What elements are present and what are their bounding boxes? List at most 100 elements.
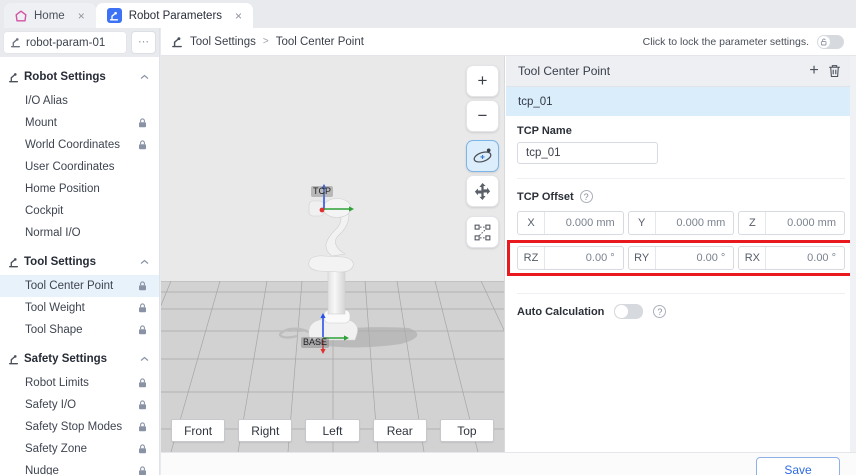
chevron-up-icon bbox=[140, 74, 149, 80]
breadcrumb: Tool Settings > Tool Center Point bbox=[171, 36, 364, 48]
field-value: 0.000 mm bbox=[656, 212, 734, 234]
sidebar-item-nudge[interactable]: Nudge bbox=[0, 460, 159, 475]
footer-bar: Save bbox=[161, 452, 856, 475]
unlock-icon bbox=[818, 36, 830, 48]
save-button[interactable]: Save bbox=[756, 457, 840, 475]
zoom-in-button[interactable]: + bbox=[466, 65, 499, 97]
view-right-button[interactable]: Right bbox=[238, 419, 292, 442]
offset-x-field[interactable]: X 0.000 mm bbox=[517, 211, 624, 235]
close-icon[interactable]: × bbox=[78, 9, 85, 23]
close-icon[interactable]: × bbox=[235, 9, 242, 23]
offset-z-field[interactable]: Z 0.000 mm bbox=[738, 211, 845, 235]
auto-calculation-row: Auto Calculation ? bbox=[517, 304, 845, 319]
field-value: 0.00 ° bbox=[766, 247, 844, 269]
sidebar-item-tool-shape[interactable]: Tool Shape bbox=[0, 319, 159, 341]
sidebar: robot-param-01 ⋯ Robot Settings I/O Alia… bbox=[0, 28, 160, 475]
sidebar-item-io-alias[interactable]: I/O Alias bbox=[0, 90, 159, 112]
lock-settings-bar: Click to lock the parameter settings. bbox=[643, 35, 844, 49]
lock-settings-toggle[interactable] bbox=[817, 35, 844, 49]
section-label: Robot Settings bbox=[24, 71, 106, 83]
rotation-highlight-box: RZ 0.00 ° RY 0.00 ° RX 0.00 ° bbox=[507, 240, 855, 276]
app-window: Home × Robot Parameters × robot-param-01 bbox=[0, 0, 856, 475]
offset-ry-field[interactable]: RY 0.00 ° bbox=[628, 246, 735, 270]
field-value: 0.000 mm bbox=[766, 212, 844, 234]
sidebar-item-world-coordinates[interactable]: World Coordinates bbox=[0, 134, 159, 156]
sidebar-item-safety-io[interactable]: Safety I/O bbox=[0, 394, 159, 416]
divider bbox=[517, 178, 845, 179]
divider bbox=[517, 293, 845, 294]
base-frame-label: BASE bbox=[301, 337, 329, 348]
sidebar-item-tool-center-point[interactable]: Tool Center Point bbox=[0, 275, 159, 297]
field-label: Z bbox=[739, 212, 766, 234]
section-robot-settings[interactable]: Robot Settings bbox=[0, 64, 159, 90]
tab-home[interactable]: Home × bbox=[4, 3, 96, 28]
section-label: Safety Settings bbox=[24, 353, 107, 365]
offset-y-field[interactable]: Y 0.000 mm bbox=[628, 211, 735, 235]
lock-icon bbox=[138, 466, 147, 475]
item-label: Safety Zone bbox=[25, 443, 87, 455]
add-tcp-button[interactable]: + bbox=[804, 61, 824, 81]
orbit-rotate-button[interactable] bbox=[466, 140, 499, 172]
sidebar-item-tool-weight[interactable]: Tool Weight bbox=[0, 297, 159, 319]
sidebar-item-robot-limits[interactable]: Robot Limits bbox=[0, 372, 159, 394]
help-icon[interactable]: ? bbox=[580, 190, 593, 203]
rotation-offset-row: RZ 0.00 ° RY 0.00 ° RX 0.00 ° bbox=[517, 246, 845, 270]
points-link-icon bbox=[474, 224, 491, 241]
sidebar-item-normal-io[interactable]: Normal I/O bbox=[0, 222, 159, 244]
breadcrumb-separator: > bbox=[263, 36, 269, 47]
pan-button[interactable] bbox=[466, 175, 499, 207]
section-label: Tool Settings bbox=[24, 256, 96, 268]
robot-icon bbox=[107, 8, 122, 23]
parameter-name-box[interactable]: robot-param-01 bbox=[3, 31, 127, 54]
tcp-frame-label: TCP bbox=[311, 186, 333, 197]
lock-icon bbox=[138, 118, 147, 128]
orbit-icon bbox=[472, 146, 493, 167]
lock-icon bbox=[138, 378, 147, 388]
view-top-button[interactable]: Top bbox=[440, 419, 494, 442]
main-area: Tool Settings > Tool Center Point Click … bbox=[161, 28, 856, 475]
tab-label: Home bbox=[34, 10, 65, 22]
3d-viewport[interactable]: TCP BASE + − bbox=[161, 56, 505, 452]
item-label: Safety Stop Modes bbox=[25, 421, 122, 433]
more-options-button[interactable]: ⋯ bbox=[131, 31, 156, 54]
lock-icon bbox=[138, 281, 147, 291]
breadcrumb-current: Tool Center Point bbox=[276, 36, 364, 48]
robot-icon bbox=[10, 37, 21, 48]
section-tool-settings[interactable]: Tool Settings bbox=[0, 249, 159, 275]
offset-rx-field[interactable]: RX 0.00 ° bbox=[738, 246, 845, 270]
breadcrumb-bar: Tool Settings > Tool Center Point Click … bbox=[161, 28, 856, 56]
field-label: X bbox=[518, 212, 545, 234]
panel-scrollbar[interactable] bbox=[850, 56, 856, 452]
section-safety-settings[interactable]: Safety Settings bbox=[0, 346, 159, 372]
lock-icon bbox=[138, 400, 147, 410]
lock-icon bbox=[138, 422, 147, 432]
viewport-controls: + − bbox=[466, 65, 500, 248]
zoom-out-button[interactable]: − bbox=[466, 100, 499, 132]
offset-rz-field[interactable]: RZ 0.00 ° bbox=[517, 246, 624, 270]
auto-calculation-label: Auto Calculation bbox=[517, 306, 604, 318]
help-icon[interactable]: ? bbox=[653, 305, 666, 318]
sidebar-item-user-coordinates[interactable]: User Coordinates bbox=[0, 156, 159, 178]
tcp-settings-panel: Tool Center Point + tcp_01 TCP Name TCP … bbox=[506, 56, 856, 452]
breadcrumb-parent[interactable]: Tool Settings bbox=[190, 36, 256, 48]
tcp-list-item-selected[interactable]: tcp_01 bbox=[506, 87, 856, 116]
tab-robot-parameters[interactable]: Robot Parameters × bbox=[96, 3, 253, 28]
sidebar-item-cockpit[interactable]: Cockpit bbox=[0, 200, 159, 222]
item-label: Mount bbox=[25, 117, 57, 129]
view-rear-button[interactable]: Rear bbox=[373, 419, 427, 442]
sidebar-item-home-position[interactable]: Home Position bbox=[0, 178, 159, 200]
measure-points-button[interactable] bbox=[466, 216, 499, 248]
item-label: Nudge bbox=[25, 465, 59, 475]
delete-tcp-button[interactable] bbox=[824, 61, 844, 81]
sidebar-item-safety-stop-modes[interactable]: Safety Stop Modes bbox=[0, 416, 159, 438]
tcp-name-input[interactable] bbox=[517, 142, 658, 164]
auto-calculation-toggle[interactable] bbox=[614, 304, 643, 319]
view-left-button[interactable]: Left bbox=[305, 419, 359, 442]
tcp-offset-label: TCP Offset ? bbox=[517, 190, 845, 203]
field-value: 0.00 ° bbox=[656, 247, 734, 269]
sidebar-item-safety-zone[interactable]: Safety Zone bbox=[0, 438, 159, 460]
item-label: Home Position bbox=[25, 183, 100, 195]
sidebar-item-mount[interactable]: Mount bbox=[0, 112, 159, 134]
position-offset-row: X 0.000 mm Y 0.000 mm Z 0.000 mm bbox=[517, 211, 845, 235]
view-front-button[interactable]: Front bbox=[171, 419, 225, 442]
